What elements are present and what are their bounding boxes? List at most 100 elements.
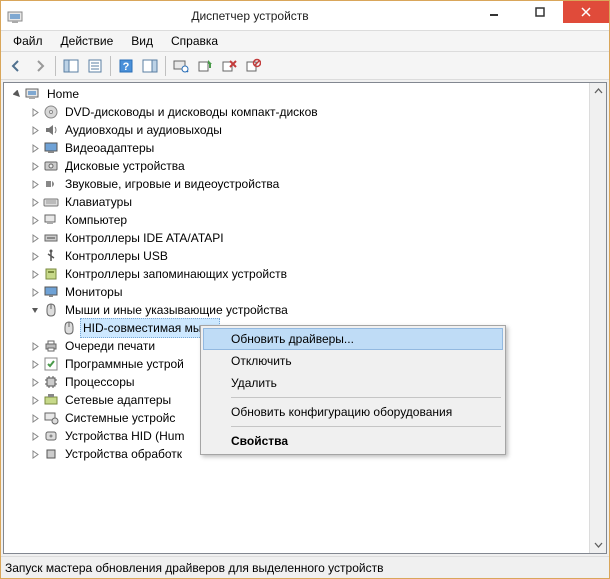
audio-io-icon [43, 122, 59, 138]
tree-label: Контроллеры запоминающих устройств [62, 264, 290, 284]
update-driver-button[interactable] [194, 55, 216, 77]
expand-icon[interactable] [28, 411, 42, 425]
tree-category[interactable]: Контроллеры запоминающих устройств [6, 265, 606, 283]
tree-label: Мониторы [62, 282, 125, 302]
tree-label: Системные устройс [62, 408, 178, 428]
expand-icon[interactable] [28, 123, 42, 137]
chevron-down-icon [594, 540, 603, 549]
tree-category[interactable]: Дисковые устройства [6, 157, 606, 175]
tree-category[interactable]: Клавиатуры [6, 193, 606, 211]
show-hide-tree-button[interactable] [60, 55, 82, 77]
tree-pane-icon [63, 58, 79, 74]
tree-category[interactable]: Звуковые, игровые и видеоустройства [6, 175, 606, 193]
tree-root[interactable]: Home [6, 85, 606, 103]
forward-button[interactable] [29, 55, 51, 77]
expand-icon[interactable] [28, 393, 42, 407]
help-icon: ? [118, 58, 134, 74]
scroll-down-button[interactable] [590, 536, 607, 553]
window-title: Диспетчер устройств [29, 9, 471, 23]
monitor-icon [43, 284, 59, 300]
scroll-up-button[interactable] [590, 83, 607, 100]
titlebar: Диспетчер устройств [1, 1, 609, 31]
vertical-scrollbar[interactable] [589, 83, 606, 553]
expand-icon[interactable] [28, 447, 42, 461]
expand-icon[interactable] [28, 213, 42, 227]
expand-icon[interactable] [28, 177, 42, 191]
menu-action[interactable]: Действие [53, 32, 122, 50]
context-menu-scan[interactable]: Обновить конфигурацию оборудования [203, 401, 503, 423]
arrow-right-icon [32, 58, 48, 74]
tree-category[interactable]: Контроллеры USB [6, 247, 606, 265]
network-adapter-icon [43, 392, 59, 408]
display-adapter-icon [43, 140, 59, 156]
context-menu: Обновить драйверы... Отключить Удалить О… [200, 325, 506, 455]
tree-label: Мыши и иные указывающие устройства [62, 300, 291, 320]
disable-button[interactable] [242, 55, 264, 77]
disk-drive-icon [43, 158, 59, 174]
maximize-button[interactable] [517, 1, 563, 23]
menubar: Файл Действие Вид Справка [1, 31, 609, 52]
cpu-icon [43, 374, 59, 390]
expand-icon[interactable] [28, 195, 42, 209]
scan-icon [173, 58, 189, 74]
tree-category[interactable]: Мониторы [6, 283, 606, 301]
toolbar: ? [1, 52, 609, 80]
help-button[interactable]: ? [115, 55, 137, 77]
expand-icon[interactable] [28, 141, 42, 155]
tree-label: Аудиовходы и аудиовыходы [62, 120, 225, 140]
uninstall-button[interactable] [218, 55, 240, 77]
dvd-drive-icon [43, 104, 59, 120]
tree-category[interactable]: Видеоадаптеры [6, 139, 606, 157]
tree-label: Клавиатуры [62, 192, 135, 212]
expand-icon[interactable] [28, 267, 42, 281]
arrow-left-icon [8, 58, 24, 74]
tree-category[interactable]: DVD-дисководы и дисководы компакт-дисков [6, 103, 606, 121]
tree-category[interactable]: Компьютер [6, 211, 606, 229]
expand-icon[interactable] [28, 357, 42, 371]
device-manager-window: Диспетчер устройств Файл Действие Вид Сп… [0, 0, 610, 579]
expand-icon[interactable] [28, 249, 42, 263]
expand-icon[interactable] [28, 231, 42, 245]
tree-pane: Home DVD-дисководы и дисководы компакт-д… [3, 82, 607, 554]
close-button[interactable] [563, 1, 609, 23]
menu-file[interactable]: Файл [5, 32, 51, 50]
mouse-icon [43, 302, 59, 318]
collapse-icon[interactable] [10, 87, 24, 101]
tree-category[interactable]: Контроллеры IDE ATA/ATAPI [6, 229, 606, 247]
status-text: Запуск мастера обновления драйверов для … [5, 561, 383, 575]
properties-button[interactable] [84, 55, 106, 77]
back-button[interactable] [5, 55, 27, 77]
context-menu-properties[interactable]: Свойства [203, 430, 503, 452]
action-pane-button[interactable] [139, 55, 161, 77]
statusbar: Запуск мастера обновления драйверов для … [1, 556, 609, 578]
expand-icon[interactable] [28, 105, 42, 119]
scan-button[interactable] [170, 55, 192, 77]
pane-icon [142, 58, 158, 74]
context-menu-disable[interactable]: Отключить [203, 350, 503, 372]
menu-help[interactable]: Справка [163, 32, 226, 50]
expand-icon[interactable] [28, 285, 42, 299]
minimize-button[interactable] [471, 1, 517, 23]
computer-icon [43, 212, 59, 228]
tree-category[interactable]: Аудиовходы и аудиовыходы [6, 121, 606, 139]
window-controls [471, 1, 609, 30]
update-driver-icon [197, 58, 213, 74]
keyboard-icon [43, 194, 59, 210]
expand-icon[interactable] [28, 159, 42, 173]
expand-icon[interactable] [28, 429, 42, 443]
properties-icon [87, 58, 103, 74]
tree-label: Дисковые устройства [62, 156, 188, 176]
hid-device-icon [43, 428, 59, 444]
collapse-icon[interactable] [28, 303, 42, 317]
tree-category[interactable]: Мыши и иные указывающие устройства [6, 301, 606, 319]
context-menu-delete[interactable]: Удалить [203, 372, 503, 394]
expand-icon[interactable] [28, 339, 42, 353]
svg-text:?: ? [123, 61, 130, 73]
sound-device-icon [43, 176, 59, 192]
expand-icon[interactable] [28, 375, 42, 389]
tree-label: Очереди печати [62, 336, 158, 356]
disable-icon [245, 58, 261, 74]
context-menu-update-drivers[interactable]: Обновить драйверы... [203, 328, 503, 350]
chevron-up-icon [594, 87, 603, 96]
menu-view[interactable]: Вид [123, 32, 161, 50]
